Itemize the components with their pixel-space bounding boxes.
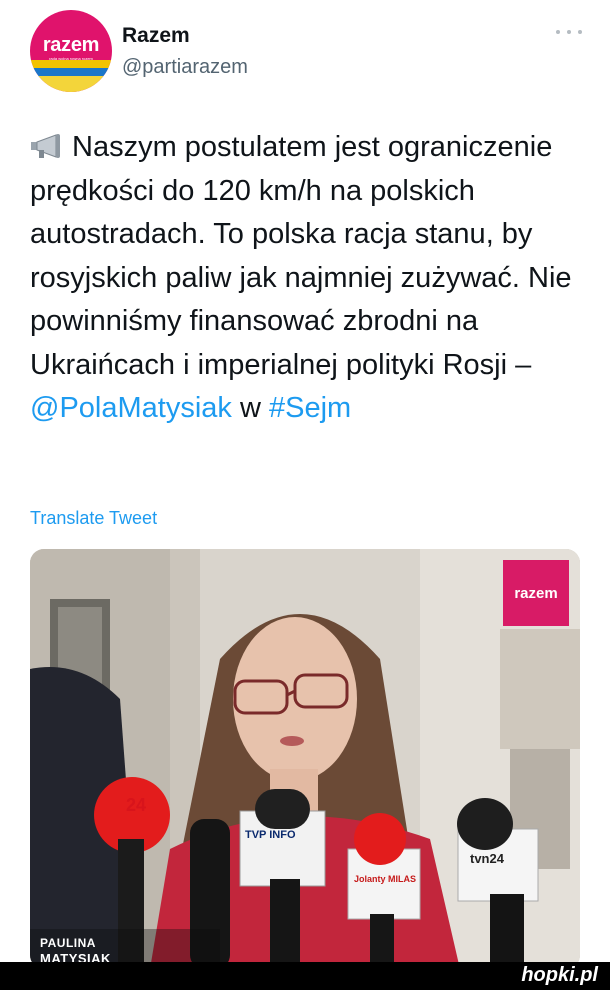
tweet-connector: w [239,392,261,424]
dot [567,30,571,34]
display-name[interactable]: Razem [122,24,190,48]
press-conference-photo [30,549,580,969]
avatar-logo-text: razem [42,34,100,56]
mic-label-tvn: tvn24 [470,851,504,866]
megaphone-icon [31,134,60,158]
tweet-header: razem rada wolna rowna rozem Razem @part… [30,10,590,96]
razem-badge: razem [503,560,569,626]
mic-label-radio-milas: Jolanty MILAS [354,874,417,884]
user-handle[interactable]: @partiarazem [122,56,248,79]
tweet-media[interactable]: razem 24 TVP INFO Jolanty MILAS tvn24 PA… [30,549,580,969]
translate-tweet-link[interactable]: Translate Tweet [30,508,157,529]
dot [556,30,560,34]
caption-first-name: PAULINA [40,936,96,950]
mic-label-tvp: TVP INFO [245,829,296,841]
mention-link[interactable]: @PolaMatysiak [30,392,232,424]
tweet-body: Naszym postulatem jest ograniczenie pręd… [30,131,572,381]
dot [578,30,582,34]
avatar[interactable]: razem rada wolna rowna rozem [30,10,112,92]
avatar-stripe [30,76,112,92]
watermark-bar [0,962,610,990]
more-options-icon[interactable] [556,26,582,38]
hashtag-link[interactable]: #Sejm [269,392,351,424]
tweet-text: Naszym postulatem jest ograniczenie pręd… [30,126,590,431]
tweet-card: razem rada wolna rowna rozem Razem @part… [0,0,610,990]
watermark: hopki.pl [521,964,598,986]
avatar-logo-subtext: rada wolna rowna rozem [49,56,93,61]
mic-label-polskie-radio: 24 [126,795,147,815]
